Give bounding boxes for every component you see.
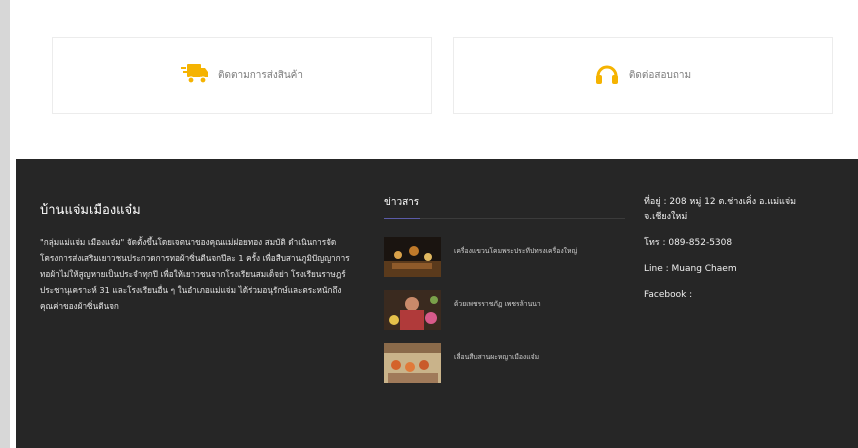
contact-address: ที่อยู่ : 208 หมู่ 12 ต.ช่างเคิ่ง อ.แม่แ… (644, 197, 797, 222)
news-title[interactable]: เลื่อนสืบสานผะหญาเมืองแจ๋ม (454, 343, 539, 362)
delivery-truck-icon (181, 63, 209, 89)
news-item[interactable]: เลื่อนสืบสานผะหญาเมืองแจ๋ม (384, 343, 625, 383)
news-item[interactable]: ด้วยเพชรราชภัฏ เพชรล้านนา (384, 290, 625, 330)
news-title[interactable]: ด้วยเพชรราชภัฏ เพชรล้านนา (454, 290, 541, 309)
track-shipment-label: ติดตามการส่งสินค้า (218, 70, 303, 81)
footer-news: ข่าวสาร เครื่องแขวนโคมพระประทีปทรงเครื่อ… (384, 195, 625, 396)
contact-card[interactable]: ติดต่อสอบถาม (453, 37, 833, 114)
news-item[interactable]: เครื่องแขวนโคมพระประทีปทรงเครื่องใหญ่ (384, 237, 625, 277)
news-title[interactable]: เครื่องแขวนโคมพระประทีปทรงเครื่องใหญ่ (454, 237, 577, 256)
news-divider (384, 218, 625, 219)
feature-section: ติดตามการส่งสินค้า ติดต่อสอบถาม (16, 0, 858, 159)
contact-line-id: Line : Muang Chaem (644, 264, 737, 274)
footer: บ้านแจ่มเมืองแจ๋ม "กลุ่มแม่แจ่ม เมืองแจ๋… (16, 159, 858, 448)
news-heading: ข่าวสาร (384, 197, 420, 208)
left-scroll-edge (0, 0, 10, 448)
footer-brand: บ้านแจ่มเมืองแจ๋ม (40, 203, 141, 218)
news-thumbnail[interactable] (384, 290, 441, 330)
footer-about-text: "กลุ่มแม่แจ่ม เมืองแจ๋ม" จัดตั้งขึ้นโดยเ… (40, 237, 350, 311)
contact-label: ติดต่อสอบถาม (628, 70, 692, 81)
contact-facebook[interactable]: Facebook : (644, 288, 834, 303)
footer-contact: ที่อยู่ : 208 หมู่ 12 ต.ช่างเคิ่ง อ.แม่แ… (644, 195, 834, 307)
footer-about: บ้านแจ่มเมืองแจ๋ม "กลุ่มแม่แจ่ม เมืองแจ๋… (40, 199, 356, 314)
contact-phone: โทร : 089-852-5308 (644, 238, 733, 248)
track-shipment-card[interactable]: ติดตามการส่งสินค้า (52, 37, 432, 114)
news-thumbnail[interactable] (384, 237, 441, 277)
headphones-icon (595, 63, 619, 89)
news-thumbnail[interactable] (384, 343, 441, 383)
